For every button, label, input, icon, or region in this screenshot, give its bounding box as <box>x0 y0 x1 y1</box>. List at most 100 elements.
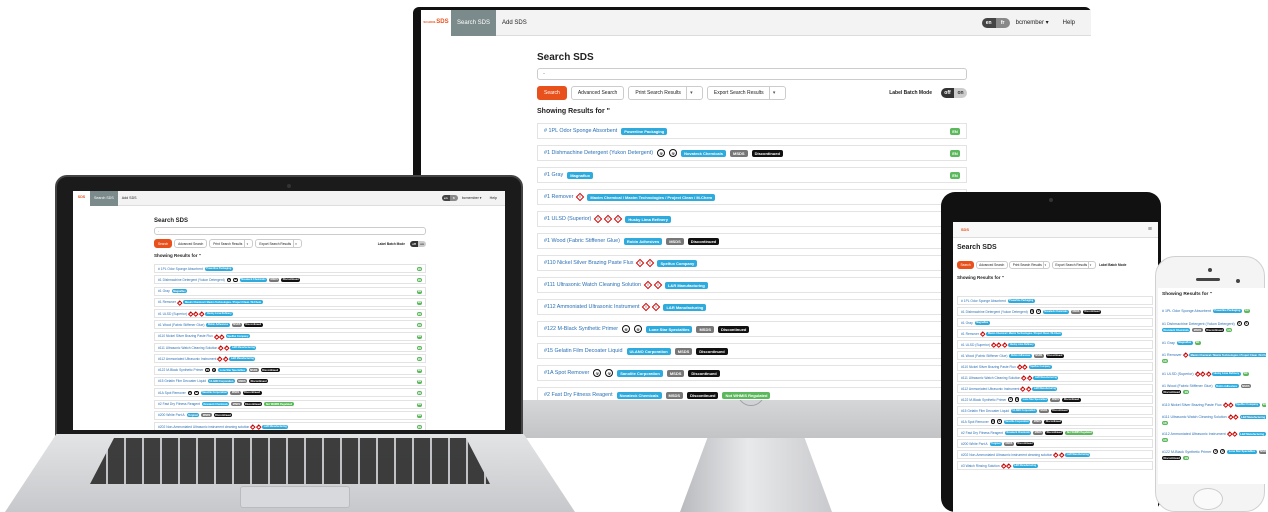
label-batch-mode-toggle[interactable]: off on <box>941 88 967 98</box>
lang-en[interactable]: en <box>981 17 996 28</box>
print-results-button[interactable]: Print Search Results ▾ <box>209 239 254 248</box>
result-row[interactable]: #2 Fast Dry Fitness Reagent Novateck Chem… <box>957 428 1153 437</box>
result-product-link[interactable]: #111 Ultrasonic Watch Cleaning Solution <box>1162 415 1227 419</box>
result-product-link[interactable]: #1 Dishmachine Detergent (Yukon Detergen… <box>961 310 1028 314</box>
result-row[interactable]: #1 ULSD (Superior) Husky Lima Refinery <box>957 340 1153 349</box>
result-row[interactable]: #1 Dishmachine Detergent (Yukon Detergen… <box>1162 320 1266 333</box>
language-en-badge[interactable]: EN <box>417 357 422 362</box>
result-product-link[interactable]: #112 Ammoniated Ultrasonic Instrument <box>544 304 639 310</box>
lang-fr[interactable]: fr <box>995 17 1010 28</box>
print-results-button[interactable]: Print Search Results ▾ <box>1009 261 1051 269</box>
result-row[interactable]: #1 Remover Maxim Chemical / Maxim Technol… <box>537 189 967 205</box>
search-input[interactable]: - <box>537 68 967 80</box>
result-product-link[interactable]: #1 ULSD (Superior) <box>961 343 990 347</box>
result-product-link[interactable]: # 1PL Odor Sponge Absorbent <box>158 267 203 271</box>
result-row[interactable]: #122 M-Black Synthetic Primer Lone Star S… <box>154 365 426 375</box>
result-row[interactable]: #15 Gelatin Film Decoater Liquid ULANO Co… <box>537 343 967 359</box>
result-row[interactable]: # 1PL Odor Sponge Absorbent Powerline Pac… <box>1162 306 1266 315</box>
result-product-link[interactable]: #2 Fast Dry Fitness Reagent <box>158 402 200 406</box>
chevron-down-icon[interactable]: ▾ <box>293 240 298 247</box>
result-product-link[interactable]: #2 Fast Dry Fitness Reagent <box>961 431 1003 435</box>
language-en-badge[interactable]: EN <box>950 172 960 179</box>
result-row[interactable]: #1A Spot Remover Sanolite CorporationMSDS… <box>957 417 1153 426</box>
toggle-off[interactable]: off <box>410 240 418 247</box>
result-row[interactable]: #1 Wood (Fabric Stiffener Glue) Robin Adh… <box>1162 383 1266 395</box>
result-row[interactable]: #1 Remover Maxim Chemical / Maxim Technol… <box>957 329 1153 338</box>
result-product-link[interactable]: #1 Gray <box>158 289 170 293</box>
language-en-badge[interactable]: EN <box>1243 308 1250 313</box>
result-row[interactable]: #1 Wood (Fabric Stiffener Glue) Robin Adh… <box>537 233 967 249</box>
result-row[interactable]: #112 Ammoniated Ultrasonic Instrument L&R… <box>537 299 967 315</box>
result-row[interactable]: #200 White Part A Torginol MSDS Discontinue… <box>957 439 1153 448</box>
language-en-badge[interactable]: EN <box>417 267 422 271</box>
user-menu[interactable]: bcmember ▾ <box>462 196 482 200</box>
search-button[interactable]: Search <box>537 86 567 100</box>
chevron-down-icon[interactable]: ▾ <box>1042 262 1047 268</box>
search-button[interactable]: Search <box>957 261 975 269</box>
result-product-link[interactable]: #1A Spot Remover <box>158 391 186 395</box>
language-en-badge[interactable]: EN <box>417 391 422 396</box>
language-en-badge[interactable]: EN <box>1162 421 1168 425</box>
language-en-badge[interactable]: EN <box>417 278 422 283</box>
app-logo[interactable]: SDS <box>957 222 973 238</box>
label-batch-mode-toggle[interactable]: off on <box>410 240 426 247</box>
phone-home-button[interactable] <box>1193 488 1223 510</box>
result-product-link[interactable]: #1A Spot Remover <box>961 420 989 424</box>
result-row[interactable]: #1 Gray Magnaflux <box>957 318 1153 327</box>
result-product-link[interactable]: #122 M-Black Synthetic Primer <box>1162 450 1211 454</box>
result-row[interactable]: #1 Remover Maxim Chemical / Maxim Technol… <box>1162 352 1266 364</box>
result-row[interactable]: #2 Fast Dry Fitness Reagent Novateck Chem… <box>537 387 967 400</box>
result-product-link[interactable]: #110 Nickel Silver Brazing Paste Flux <box>1162 403 1222 407</box>
advanced-search-button[interactable]: Advanced Search <box>570 86 625 100</box>
result-row[interactable]: #1 Dishmachine Detergent (Yukon Detergen… <box>537 145 967 161</box>
toggle-off[interactable]: off <box>941 88 954 98</box>
language-en-badge[interactable]: EN <box>417 368 422 373</box>
result-row[interactable]: #1 ULSD (Superior)Husky Lima RefineryEN <box>537 211 967 227</box>
result-product-link[interactable]: #111 Ultrasonic Watch Cleaning Solution <box>544 282 641 288</box>
result-product-link[interactable]: #111 Ultrasonic Watch Cleaning Solution <box>961 376 1020 380</box>
result-product-link[interactable]: #1 Gray <box>544 172 563 178</box>
result-row[interactable]: #1 Dishmachine Detergent (Yukon Detergen… <box>957 307 1153 316</box>
language-en-badge[interactable]: EN <box>417 312 422 317</box>
hamburger-menu-icon[interactable]: ≡ <box>1148 226 1152 233</box>
result-product-link[interactable]: #1 Remover <box>961 332 979 336</box>
language-en-badge[interactable]: EN <box>417 346 422 351</box>
result-product-link[interactable]: #112 Ammoniated Ultrasonic Instrument <box>961 387 1019 391</box>
result-row[interactable]: #1 ULSD (Superior)Husky Lima RefineryEN <box>154 309 426 319</box>
result-product-link[interactable]: #1A Spot Remover <box>544 370 589 376</box>
result-product-link[interactable]: #112 Ammoniated Ultrasonic Instrument <box>158 357 216 361</box>
language-en-badge[interactable]: EN <box>417 425 422 430</box>
language-en-badge[interactable]: EN <box>417 323 422 328</box>
result-product-link[interactable]: #110 Nickel Silver Brazing Paste Flux <box>961 365 1016 369</box>
language-switch[interactable]: en fr <box>981 17 1010 28</box>
language-en-badge[interactable]: EN <box>1261 402 1266 407</box>
result-row[interactable]: #111 Ultrasonic Watch Cleaning Solution L… <box>154 343 426 353</box>
result-row[interactable]: #111 Ultrasonic Watch Cleaning Solution L… <box>957 373 1153 382</box>
nav-add-sds[interactable]: Add SDS <box>118 191 141 206</box>
result-product-link[interactable]: #1 Dishmachine Detergent (Yukon Detergen… <box>1162 322 1235 326</box>
language-en-badge[interactable]: EN <box>1226 328 1233 332</box>
result-row[interactable]: #111 Ultrasonic Watch Cleaning Solution L… <box>537 277 967 293</box>
result-product-link[interactable]: #112 Ammoniated Ultrasonic Instrument <box>1162 432 1226 436</box>
result-row[interactable]: #1A Spot Remover Sanolite CorporationMSDS… <box>154 388 426 398</box>
chevron-down-icon[interactable]: ▾ <box>1088 262 1092 268</box>
nav-add-sds[interactable]: Add SDS <box>496 10 533 36</box>
language-en-badge[interactable]: EN <box>950 128 960 135</box>
result-row[interactable]: #110 Nickel Silver Brazing Paste Flux Spe… <box>537 255 967 271</box>
app-logo[interactable]: SCHOOL SDS <box>421 10 451 36</box>
result-product-link[interactable]: #1 Dishmachine Detergent (Yukon Detergen… <box>158 278 225 282</box>
result-row[interactable]: #202 Non-Ammoniated Ultrasonic instrumen… <box>154 422 426 430</box>
language-en-badge[interactable]: EN <box>417 413 422 418</box>
result-row[interactable]: #110 Nickel Silver Brazing Paste Flux Spe… <box>1162 400 1266 409</box>
result-row[interactable]: #112 Ammoniated Ultrasonic Instrument L&R… <box>957 384 1153 393</box>
result-product-link[interactable]: #3 Watch Rinsing Solution <box>961 464 1000 468</box>
result-product-link[interactable]: # 1PL Odor Sponge Absorbent <box>961 299 1006 303</box>
result-row[interactable]: #1A Spot Remover Sanolite CorporationMSDS… <box>537 365 967 381</box>
result-product-link[interactable]: #1 Gray <box>961 321 973 325</box>
result-row[interactable]: #1 ULSD (Superior)Husky Lima RefineryEN <box>1162 369 1266 378</box>
result-product-link[interactable]: #202 Non-Ammoniated Ultrasonic instrumen… <box>961 453 1052 457</box>
result-product-link[interactable]: #1 ULSD (Superior) <box>1162 372 1194 376</box>
search-input[interactable]: - <box>154 227 426 235</box>
result-product-link[interactable]: #15 Gelatin Film Decoater Liquid <box>961 409 1009 413</box>
result-row[interactable]: #122 M-Black Synthetic Primer Lone Star S… <box>957 395 1153 404</box>
